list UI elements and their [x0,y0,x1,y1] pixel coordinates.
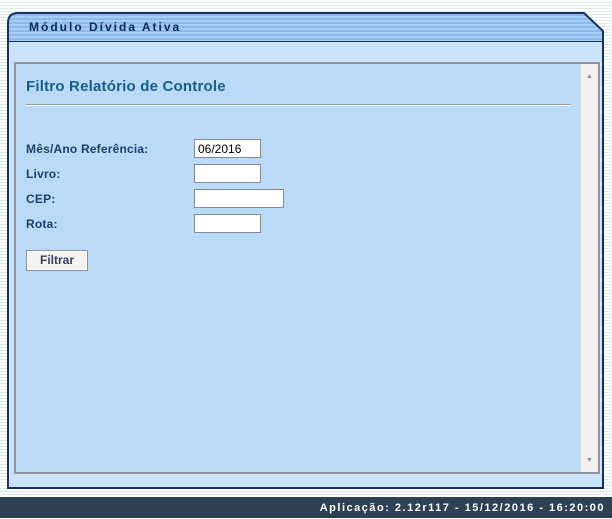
mes-ano-referencia-input[interactable] [194,139,261,158]
cep-label: CEP: [26,192,194,206]
heading-divider [26,104,571,106]
filtrar-button[interactable]: Filtrar [26,250,88,271]
status-bar: Aplicação: 2.12r117 - 15/12/2016 - 16:20… [0,497,612,518]
cep-input[interactable] [194,189,284,208]
livro-input[interactable] [194,164,261,183]
form-row-mes-ano: Mês/Ano Referência: [26,139,571,158]
window-title-bar: Módulo Dívida Ativa [7,12,604,42]
vertical-scrollbar[interactable]: ▲ ▼ [580,64,598,472]
application-window: { "title_bar": { "title": "Módulo Dívida… [0,0,612,518]
panel-heading: Filtro Relatório de Controle [26,78,571,95]
scroll-up-icon[interactable]: ▲ [581,68,598,84]
rota-label: Rota: [26,217,194,231]
filter-form: Mês/Ano Referência: Livro: CEP: Rota: [26,139,571,271]
window-title: Módulo Dívida Ativa [29,12,181,42]
scroll-down-icon[interactable]: ▼ [581,452,598,468]
filter-panel-content: Filtro Relatório de Controle Mês/Ano Ref… [16,64,581,472]
form-row-livro: Livro: [26,164,571,183]
form-row-rota: Rota: [26,214,571,233]
button-row: Filtrar [26,250,571,271]
status-text: Aplicação: 2.12r117 - 15/12/2016 - 16:20… [320,502,605,514]
content-frame: Filtro Relatório de Controle Mês/Ano Ref… [7,42,604,489]
rota-input[interactable] [194,214,261,233]
livro-label: Livro: [26,167,194,181]
filter-panel: Filtro Relatório de Controle Mês/Ano Ref… [14,62,600,474]
mes-ano-referencia-label: Mês/Ano Referência: [26,142,194,156]
app-frame: Módulo Dívida Ativa Filtro Relatório de … [7,12,604,489]
form-row-cep: CEP: [26,189,571,208]
